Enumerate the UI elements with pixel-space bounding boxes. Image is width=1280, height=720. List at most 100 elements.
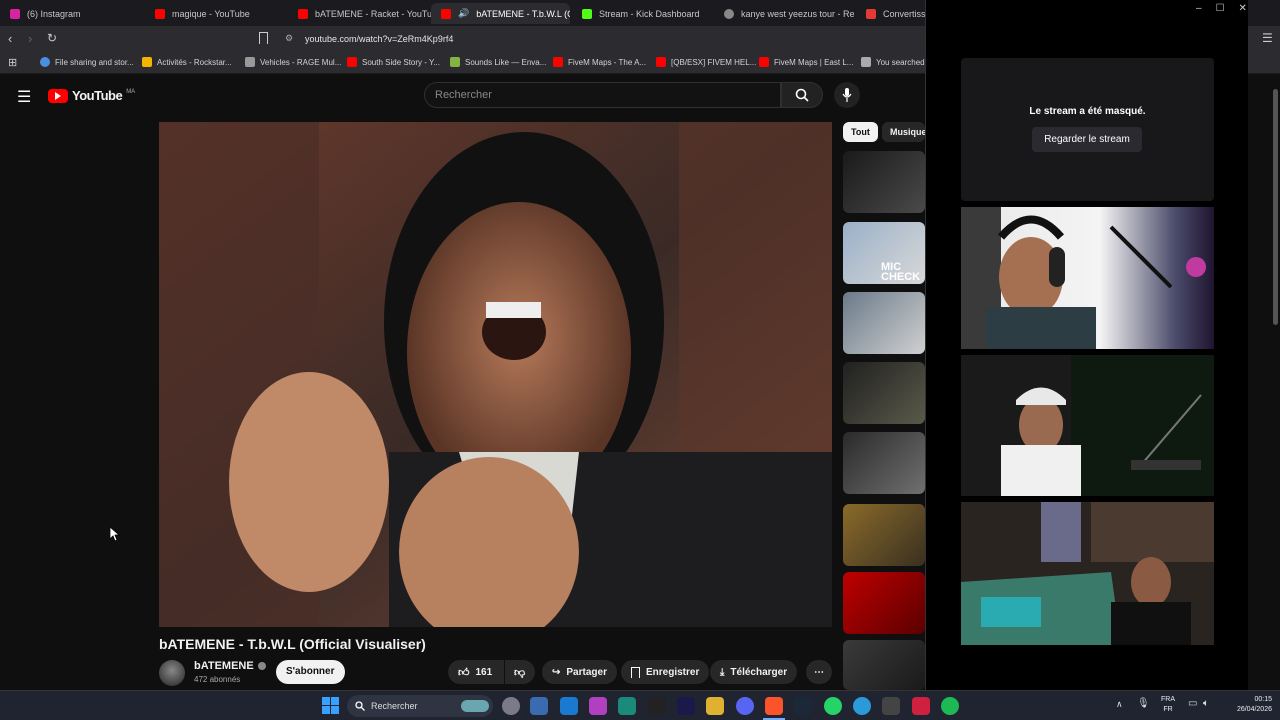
microphone-tray-icon[interactable]: 🎙︎: [1137, 698, 1150, 709]
tab-label: magique - YouTube: [172, 8, 250, 19]
language-indicator[interactable]: FRA FR: [1161, 695, 1175, 715]
bookmark-label: FiveM Maps | East L...: [774, 57, 854, 67]
subscribe-button[interactable]: S'abonner: [276, 660, 345, 684]
clock[interactable]: 00:15 26/04/2026: [1222, 695, 1272, 715]
channel-avatar[interactable]: [159, 660, 185, 686]
save-button[interactable]: Enregistrer: [621, 660, 710, 684]
window-controls: – ☐ ✕: [1196, 3, 1247, 14]
speaker-icon: 🔊: [458, 8, 470, 18]
dislike-button[interactable]: 👎︎: [505, 660, 535, 684]
youtube-play-icon: [48, 88, 68, 103]
chip-tout[interactable]: Tout: [843, 122, 878, 142]
tray-overflow-icon[interactable]: ∧: [1116, 699, 1123, 710]
recommended-video-thumbnail[interactable]: [843, 362, 925, 424]
recommended-video-thumbnail[interactable]: MIC CHECK: [843, 222, 925, 284]
chip-musique[interactable]: Musique: [882, 122, 925, 142]
menu-icon[interactable]: ☰: [1262, 31, 1273, 45]
rockstar-launcher-icon[interactable]: [882, 697, 900, 715]
steam-icon[interactable]: [794, 697, 812, 715]
whatsapp-icon[interactable]: [824, 697, 842, 715]
language-code: FRA: [1161, 696, 1175, 703]
vegas-icon[interactable]: [618, 697, 636, 715]
epic-games-icon[interactable]: [648, 697, 666, 715]
tab-instagram[interactable]: (6) Instagram: [0, 3, 145, 24]
bookmark-item[interactable]: Vehicles - RAGE Mul...: [245, 57, 341, 67]
instagram-app-icon[interactable]: [589, 697, 607, 715]
bookmark-item[interactable]: FiveM Maps | East L...: [759, 57, 853, 67]
subscriber-count: 472 abonnés: [194, 675, 241, 684]
recommended-video-thumbnail[interactable]: [843, 151, 925, 213]
url-text[interactable]: youtube.com/watch?v=ZeRm4Kp9rf4: [305, 34, 453, 44]
save-label: Enregistrer: [646, 666, 700, 678]
webcam-stream-1[interactable]: [961, 207, 1214, 349]
bookmark-item[interactable]: Activités - Rockstar...: [142, 57, 232, 67]
back-icon[interactable]: ‹: [8, 31, 12, 46]
file-explorer-icon[interactable]: [706, 697, 724, 715]
copilot-icon[interactable]: [502, 697, 520, 715]
download-button[interactable]: ⤓ Télécharger: [710, 660, 798, 684]
share-button[interactable]: ↪ Partager: [542, 660, 617, 684]
download-label: Télécharger: [730, 666, 788, 678]
forward-icon[interactable]: ›: [28, 31, 32, 46]
taskbar-search[interactable]: Rechercher: [347, 695, 493, 717]
webcam-stream-3[interactable]: [961, 502, 1214, 645]
like-button[interactable]: 👍︎ 161: [448, 660, 504, 684]
hamburger-menu-icon[interactable]: ☰: [17, 87, 31, 107]
maximize-icon[interactable]: ☐: [1216, 3, 1225, 14]
download-icon: ⤓: [720, 666, 725, 678]
bookmark-item[interactable]: South Side Story - Y...: [347, 57, 440, 67]
windows-start-icon[interactable]: [322, 697, 339, 714]
youtube-logo[interactable]: YouTube MA: [48, 88, 135, 103]
bookmark-item[interactable]: You searched f: [861, 57, 929, 67]
voice-search-button[interactable]: [834, 82, 860, 108]
tab-tbwl-active[interactable]: 🔊 bATEMENE - T.b.W.L (O ✕: [431, 3, 570, 24]
reload-icon[interactable]: ↻: [47, 31, 57, 45]
audition-icon[interactable]: [677, 697, 695, 715]
minimize-icon[interactable]: –: [1196, 3, 1202, 14]
edge-icon[interactable]: [853, 697, 871, 715]
bookmark-label: Activités - Rockstar...: [157, 57, 232, 67]
search-placeholder: Rechercher: [435, 89, 492, 101]
channel-name-row[interactable]: bATEMENE: [194, 660, 266, 672]
recommended-video-thumbnail[interactable]: [843, 640, 925, 690]
adobe-icon[interactable]: [912, 697, 930, 715]
site-info-icon[interactable]: ⚙: [285, 33, 293, 44]
search-input[interactable]: Rechercher: [424, 82, 781, 108]
bookmark-item[interactable]: FiveM Maps - The A...: [553, 57, 646, 67]
search-button[interactable]: [781, 82, 823, 108]
apps-grid-icon[interactable]: ⊞: [8, 56, 17, 69]
more-actions-button[interactable]: ⋯: [806, 660, 832, 684]
region-code: MA: [126, 88, 136, 95]
thumbnail-text: MIC CHECK: [881, 261, 921, 283]
network-icon[interactable]: ▭: [1188, 698, 1197, 709]
recommended-video-thumbnail[interactable]: [843, 292, 925, 354]
youtube-icon: [656, 57, 666, 67]
bookmark-icon[interactable]: [259, 32, 268, 44]
recommended-video-thumbnail[interactable]: [843, 504, 925, 566]
volume-icon[interactable]: 🔈︎: [1203, 698, 1209, 709]
tab-magique[interactable]: magique - YouTube: [145, 3, 288, 24]
search-icon: [355, 701, 365, 711]
page-scrollbar-thumb[interactable]: [1273, 89, 1278, 325]
tab-convertisseur[interactable]: Convertisseu: [856, 3, 926, 24]
webcam-stream-2[interactable]: [961, 355, 1214, 496]
microphone-icon: [842, 88, 852, 102]
tab-google-search[interactable]: kanye west yeezus tour - Reche: [714, 3, 854, 24]
verified-check-icon: [257, 662, 266, 670]
discord-icon[interactable]: [736, 697, 754, 715]
recommended-video-thumbnail[interactable]: [843, 432, 925, 494]
recommended-video-thumbnail[interactable]: [843, 572, 925, 634]
video-player[interactable]: [159, 122, 832, 627]
close-window-icon[interactable]: ✕: [1239, 3, 1247, 14]
thumbs-up-icon: 👍︎: [458, 666, 470, 679]
tab-kick-dashboard[interactable]: Stream - Kick Dashboard: [572, 3, 715, 24]
watch-stream-button[interactable]: Regarder le stream: [1032, 127, 1142, 152]
bookmark-item[interactable]: File sharing and stor...: [40, 57, 134, 67]
bookmark-item[interactable]: Sounds Like — Enva...: [450, 57, 546, 67]
brave-browser-icon[interactable]: [765, 697, 783, 715]
outlook-icon[interactable]: [560, 697, 578, 715]
spotify-icon[interactable]: [941, 697, 959, 715]
tab-racket[interactable]: bATEMENE - Racket - YouTube: [288, 3, 431, 24]
bookmark-item[interactable]: [QB/ESX] FIVEM HEL...: [656, 57, 756, 67]
store-icon[interactable]: [530, 697, 548, 715]
